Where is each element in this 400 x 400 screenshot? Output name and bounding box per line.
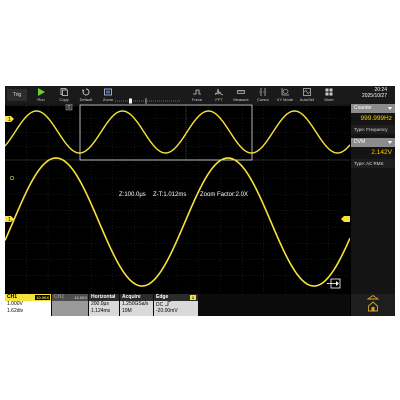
fft-button[interactable]: FFT: [208, 86, 230, 104]
counter-header[interactable]: Counter: [351, 104, 395, 113]
rising-edge-icon: [164, 301, 171, 306]
ch1-probe: 10.00X: [35, 295, 50, 300]
svg-text:1: 1: [8, 117, 11, 123]
counter-title: Counter: [354, 105, 372, 111]
fft-icon: [215, 88, 223, 96]
more-button[interactable]: More: [318, 86, 340, 104]
zoom-factor-label: Zoom Factor:2.0X: [200, 192, 249, 198]
trigger-settings[interactable]: Edge 1 DC -20.00mV: [154, 294, 198, 316]
cursor-icon: [259, 88, 267, 96]
ch1-settings[interactable]: CH1 10.00X 1.000V 1.62div: [5, 294, 51, 316]
status-bar: CH1 10.00X 1.000V 1.62div CH2 10.00X Hor…: [5, 294, 350, 316]
force-label: Force: [191, 97, 203, 102]
ch1-level-marker-overview[interactable]: 1: [5, 116, 14, 123]
dvm-header[interactable]: DVM: [351, 138, 395, 147]
horizontal-title: Horizontal: [89, 294, 119, 301]
svg-text:1: 1: [8, 217, 11, 223]
chevron-down-icon: [388, 107, 392, 110]
zoom-timebase-label: Z:100.0μs: [119, 192, 146, 198]
ch2-settings[interactable]: CH2 10.00X: [52, 294, 88, 316]
ch2-probe: 10.00X: [74, 295, 87, 300]
xy-mode-button[interactable]: XY Mode: [274, 86, 296, 104]
autoset-icon: [303, 88, 311, 96]
default-button[interactable]: Default: [75, 86, 97, 104]
force-button[interactable]: Force: [186, 86, 208, 104]
autoset-button[interactable]: AutoSet: [296, 86, 318, 104]
force-icon: [193, 89, 201, 95]
trigger-level-marker[interactable]: [341, 216, 350, 222]
horizontal-offset: 1.124ms: [91, 308, 111, 314]
measurement-side-panel: Counter 999.999Hz Type: Frequency DVM 2.…: [351, 104, 395, 294]
waveform-screen[interactable]: T 1 1 Z:100.0μs Z-T:1.012ms Zoom Factor:…: [5, 104, 350, 294]
trigger-source: 1: [190, 295, 196, 300]
horizontal-timebase: 200.0μs: [91, 301, 109, 307]
horizontal-settings[interactable]: Horizontal 200.0μs 1.124ms: [89, 294, 119, 316]
acquire-settings[interactable]: Acquire 1.250GSa/s 10M: [120, 294, 153, 316]
clock-date: 2025/10/27: [361, 93, 387, 99]
dvm-title: DVM: [354, 139, 366, 145]
autoset-label: AutoSet: [299, 97, 315, 102]
trigger-title: Edge: [156, 294, 169, 300]
trig-button[interactable]: Trig: [7, 89, 27, 101]
counter-type[interactable]: Type: Frequency: [351, 125, 395, 134]
overview-grid: [5, 105, 350, 160]
dvm-type[interactable]: Type: AC RMS: [351, 159, 395, 168]
clock: 20:24 2025/10/27: [362, 87, 387, 99]
cursor-button[interactable]: Cursor: [252, 86, 274, 104]
more-icon: [325, 88, 333, 96]
dvm-value: 2.142V: [371, 149, 392, 156]
cursor-label: Cursor: [256, 97, 269, 102]
zoom-offset-label: Z-T:1.012ms: [153, 192, 187, 198]
acquire-title: Acquire: [120, 294, 153, 301]
svg-text:T: T: [67, 105, 70, 111]
chevron-down-icon: [388, 141, 392, 144]
trigger-level: -20.00mV: [156, 308, 178, 314]
copy-icon: [60, 88, 68, 96]
play-icon: [38, 88, 45, 96]
zoom-window-bracket[interactable]: [79, 104, 253, 161]
xy-mode-icon: [281, 88, 289, 96]
xy-mode-label: XY Mode: [276, 97, 294, 102]
run-button[interactable]: Run: [30, 86, 52, 104]
toolbar: Trig Run Copy Default Zoom Force FFT Mea…: [5, 86, 395, 104]
trigger-position-marker[interactable]: T: [65, 104, 73, 111]
home-button[interactable]: [351, 294, 395, 316]
run-label: Run: [37, 97, 45, 102]
measure-icon: [237, 90, 245, 94]
ch1-zoom-indicator: [9, 175, 15, 181]
default-icon: [82, 88, 90, 96]
home-icon: [366, 294, 380, 312]
copy-label: Copy: [59, 97, 69, 102]
counter-value: 999.999Hz: [360, 115, 392, 122]
copy-button[interactable]: Copy: [53, 86, 75, 104]
measure-button[interactable]: Measure: [230, 86, 252, 104]
exit-zoom-icon[interactable]: [327, 278, 341, 289]
default-label: Default: [79, 97, 93, 102]
oscilloscope-ui: Trig Run Copy Default Zoom Force FFT Mea…: [5, 86, 395, 316]
ch2-title: CH2: [54, 294, 65, 300]
zoom-icon: [104, 88, 112, 96]
ch1-volts-div: 1.000V: [7, 301, 23, 307]
timebase-window-marker[interactable]: [129, 98, 132, 104]
measure-label: Measure: [233, 97, 249, 102]
fft-label: FFT: [215, 97, 223, 102]
ch1-title: CH1: [7, 294, 18, 300]
acquire-depth: 10M: [122, 308, 132, 314]
timebase-position-bar[interactable]: [115, 91, 180, 104]
ch1-position: 1.62div: [7, 308, 24, 314]
zoom-grid: [5, 162, 350, 292]
more-label: More: [324, 97, 334, 102]
acquire-rate: 1.250GSa/s: [122, 301, 149, 307]
